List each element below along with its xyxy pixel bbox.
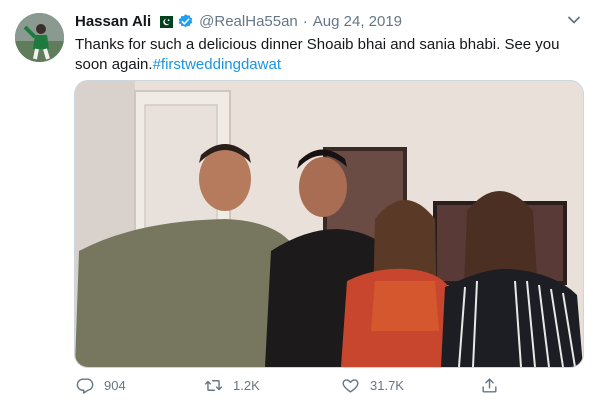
author-name[interactable]: Hassan Ali bbox=[75, 13, 151, 30]
share-button[interactable] bbox=[480, 374, 499, 396]
reply-button[interactable]: 904 bbox=[75, 374, 126, 396]
like-count: 31.7K bbox=[370, 377, 404, 393]
reply-count: 904 bbox=[104, 377, 126, 393]
hashtag-link[interactable]: #firstweddingdawat bbox=[153, 56, 281, 73]
share-icon bbox=[482, 377, 497, 393]
retweet-icon bbox=[204, 379, 223, 391]
tweet-actions: 904 1.2K 31.7K bbox=[75, 374, 505, 396]
tweet-date[interactable]: Aug 24, 2019 bbox=[313, 13, 402, 30]
like-button[interactable]: 31.7K bbox=[341, 374, 404, 396]
pakistan-flag-icon bbox=[156, 15, 174, 28]
verified-badge-icon bbox=[177, 13, 194, 30]
chevron-down-icon[interactable] bbox=[565, 11, 583, 29]
reply-icon bbox=[76, 377, 94, 394]
tweet-card[interactable]: Hassan Ali @RealHa55an · Aug 24, 2019 Th… bbox=[0, 0, 601, 405]
tweet-body: Thanks for such a delicious dinner Shoai… bbox=[75, 36, 560, 73]
heart-icon bbox=[342, 378, 359, 393]
tweet-text: Thanks for such a delicious dinner Shoai… bbox=[75, 35, 585, 75]
retweet-count: 1.2K bbox=[233, 377, 260, 393]
retweet-button[interactable]: 1.2K bbox=[204, 374, 260, 396]
tweet-photo[interactable] bbox=[74, 80, 584, 368]
author-handle[interactable]: @RealHa55an bbox=[199, 13, 298, 30]
tweet-header: Hassan Ali @RealHa55an · Aug 24, 2019 bbox=[75, 11, 402, 31]
avatar[interactable] bbox=[15, 13, 64, 62]
header-separator: · bbox=[302, 12, 308, 30]
